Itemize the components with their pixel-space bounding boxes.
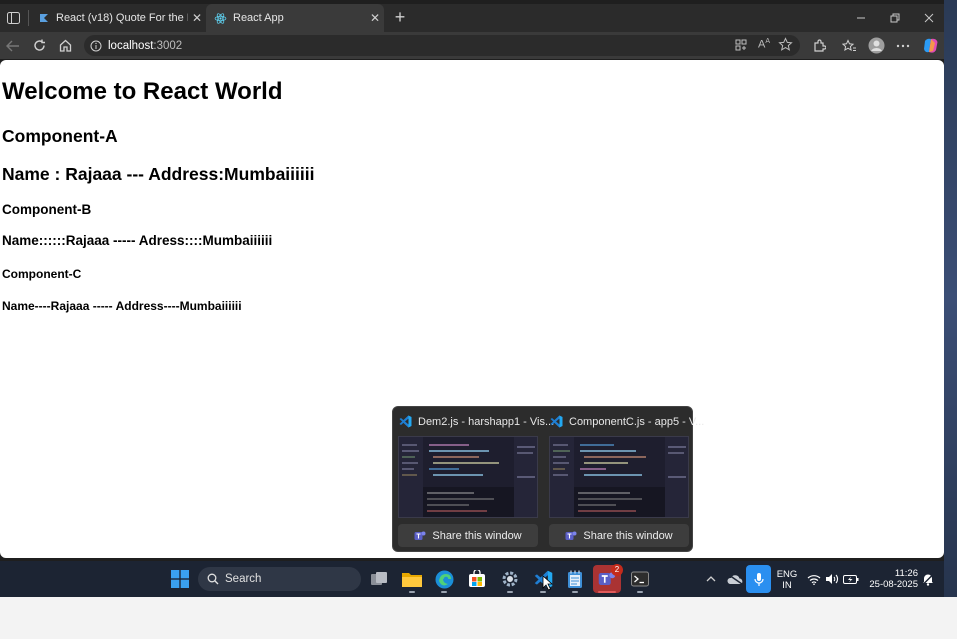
share-window-button[interactable]: Share this window [398, 524, 538, 547]
running-indicator [409, 591, 415, 593]
minimize-button[interactable] [846, 4, 876, 32]
vscode-icon [550, 415, 563, 428]
component-a-title: Component-A [2, 126, 118, 146]
tab-quote-for-the-day[interactable]: React (v18) Quote For the Day - E ✕ [30, 4, 206, 32]
window-preview-dem2[interactable]: Dem2.js - harshapp1 - Vis... Share this … [393, 407, 554, 553]
running-indicator [637, 591, 643, 593]
window-thumbnail[interactable] [398, 436, 538, 518]
teams-icon [414, 530, 426, 542]
active-indicator [598, 591, 616, 593]
tab-divider [28, 10, 29, 26]
component-a-text: Name : Rajaaa --- Address:Mumbaiiiiii [2, 164, 315, 184]
task-view-icon[interactable] [365, 565, 393, 593]
address-bar[interactable]: localhost:3002 AA [84, 35, 800, 56]
microsoft-store-icon[interactable] [463, 565, 491, 593]
home-icon[interactable] [52, 32, 78, 59]
tab-close-icon[interactable]: ✕ [188, 11, 206, 25]
running-indicator [441, 591, 447, 593]
close-window-button[interactable] [914, 4, 944, 32]
component-b-text: Name::::::Rajaaa ----- Adress::::Mumbaii… [2, 233, 273, 248]
tab-title: React (v18) Quote For the Day - E [56, 12, 188, 24]
share-window-button[interactable]: Share this window [549, 524, 689, 547]
url-host: localhost [108, 39, 154, 52]
vscode-icon [399, 415, 412, 428]
clock-time: 11:26 [894, 568, 918, 579]
restore-button[interactable] [880, 4, 910, 32]
edge-browser-icon[interactable] [430, 565, 458, 593]
tab-title: React App [233, 12, 284, 24]
notepad-icon[interactable] [561, 565, 589, 593]
start-windows-icon[interactable] [166, 565, 194, 593]
search-icon [207, 573, 219, 585]
teams-taskbar-icon[interactable]: 2 [593, 564, 623, 593]
teams-icon [565, 530, 577, 542]
preview-title: ComponentC.js - app5 - V... [550, 415, 704, 428]
site-info-icon[interactable] [90, 40, 102, 52]
tab-actions-icon[interactable] [4, 9, 22, 27]
region-code: IN [782, 580, 792, 591]
window-thumbnail[interactable] [549, 436, 689, 518]
new-tab-button[interactable]: + [390, 7, 410, 27]
read-aloud-icon[interactable]: AA [758, 38, 770, 51]
running-indicator [540, 591, 546, 593]
refresh-icon[interactable] [26, 32, 52, 59]
microphone-icon[interactable] [746, 565, 771, 593]
desktop-wallpaper-edge [944, 0, 957, 597]
favorite-star-icon[interactable] [778, 37, 793, 52]
settings-gear-icon[interactable] [496, 565, 524, 593]
volume-icon[interactable] [822, 565, 842, 593]
taskbar-search-box[interactable]: Search [198, 567, 361, 591]
outer-background [0, 597, 957, 639]
notification-bell-icon[interactable] [918, 565, 938, 593]
tab-react-app[interactable]: React App ✕ [206, 4, 384, 32]
wifi-icon[interactable] [804, 565, 824, 593]
search-label: Search [225, 573, 262, 585]
clock[interactable]: 11:26 25-08-2025 [866, 568, 918, 590]
app-available-icon[interactable] [734, 38, 748, 52]
running-indicator [507, 591, 513, 593]
page-title: Welcome to React World [2, 78, 283, 105]
clock-date: 25-08-2025 [869, 579, 918, 590]
back-arrow-icon[interactable] [0, 32, 26, 59]
preview-title: Dem2.js - harshapp1 - Vis... [399, 415, 554, 428]
window-preview-componentc[interactable]: ComponentC.js - app5 - V... Share this w… [544, 407, 704, 553]
component-b-title: Component-B [2, 202, 92, 217]
language-code: ENG [776, 569, 798, 580]
taskbar-window-preview: Dem2.js - harshapp1 - Vis... Share this … [392, 406, 704, 553]
preview-title-text: Dem2.js - harshapp1 - Vis... [418, 415, 555, 428]
share-window-label: Share this window [432, 529, 522, 542]
battery-icon[interactable] [840, 565, 862, 593]
file-explorer-icon[interactable] [398, 565, 426, 593]
react-favicon-icon [214, 12, 227, 25]
more-options-icon[interactable] [890, 32, 916, 59]
component-c-title: Component-C [2, 267, 82, 281]
react-quote-favicon-icon [38, 12, 50, 24]
desktop-screen: React (v18) Quote For the Day - E ✕ Reac… [0, 0, 944, 597]
share-window-label: Share this window [583, 529, 673, 542]
terminal-icon[interactable] [626, 565, 654, 593]
copilot-icon[interactable] [918, 32, 944, 59]
language-indicator[interactable]: ENG IN [773, 569, 801, 591]
preview-title-text: ComponentC.js - app5 - V... [569, 415, 705, 428]
running-indicator [572, 591, 578, 593]
component-c-text: Name----Rajaaa ----- Address----Mumbaiii… [2, 299, 242, 313]
tab-close-icon[interactable]: ✕ [366, 11, 384, 25]
extensions-icon[interactable] [806, 32, 832, 59]
notification-badge: 2 [611, 564, 623, 576]
onedrive-cloud-icon[interactable] [721, 565, 749, 593]
profile-avatar-icon[interactable] [863, 32, 889, 59]
url-text[interactable]: localhost:3002 [108, 40, 182, 52]
url-port: :3002 [153, 39, 183, 52]
favorites-icon[interactable] [836, 32, 862, 59]
